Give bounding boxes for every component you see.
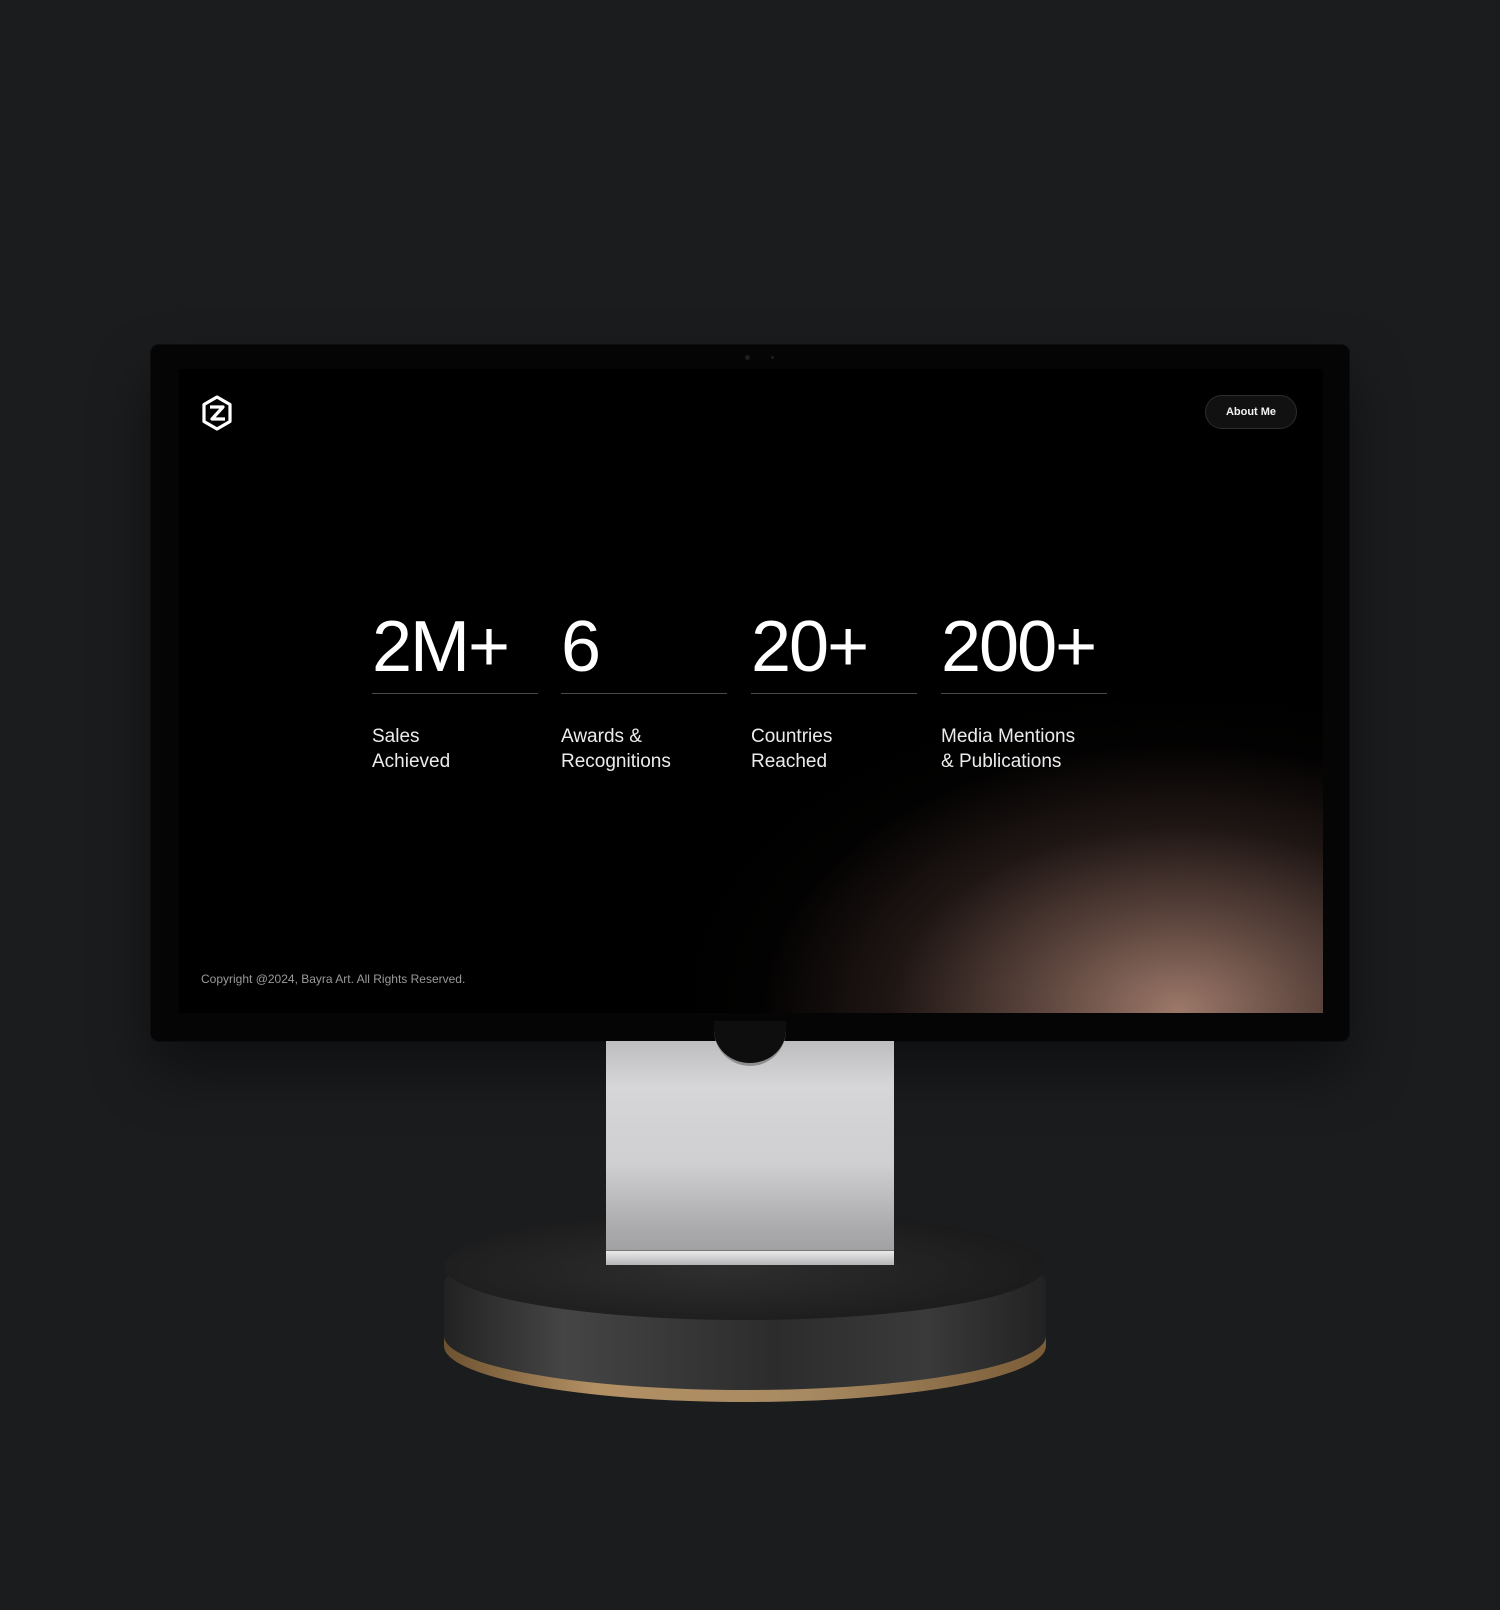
stat-sales: 2M+ Sales Achieved [372,609,538,774]
monitor-stand [606,1021,894,1265]
stat-value: 6 [561,607,601,687]
stat-value: 2M+ [372,607,510,687]
stat-divider [751,693,917,694]
stat-label: Countries Reached [751,726,833,772]
stand-foot [606,1250,894,1265]
stat-awards: 6 Awards & Recognitions [561,609,727,774]
website-screen: About Me 2M+ Sales Achieved 6 Awards & R… [179,369,1323,1013]
stat-value: 200+ [941,607,1097,687]
sensor-icon [771,356,774,359]
stat-label: Awards & Recognitions [561,726,671,772]
stat-label: Media Mentions & Publications [941,726,1076,772]
monitor-frame: About Me 2M+ Sales Achieved 6 Awards & R… [151,345,1349,1041]
stat-label: Sales Achieved [372,726,451,772]
stand-cable-hole [714,1021,786,1066]
stat-countries: 20+ Countries Reached [751,609,917,774]
camera-icon [745,355,750,360]
copyright-text: Copyright @2024, Bayra Art. All Rights R… [201,972,466,986]
stat-divider [372,693,538,694]
hexagon-logo-icon[interactable] [201,395,233,431]
about-me-button[interactable]: About Me [1205,395,1297,429]
stat-media: 200+ Media Mentions & Publications [941,609,1107,774]
stat-value: 20+ [751,607,869,687]
stat-divider [561,693,727,694]
stat-divider [941,693,1107,694]
